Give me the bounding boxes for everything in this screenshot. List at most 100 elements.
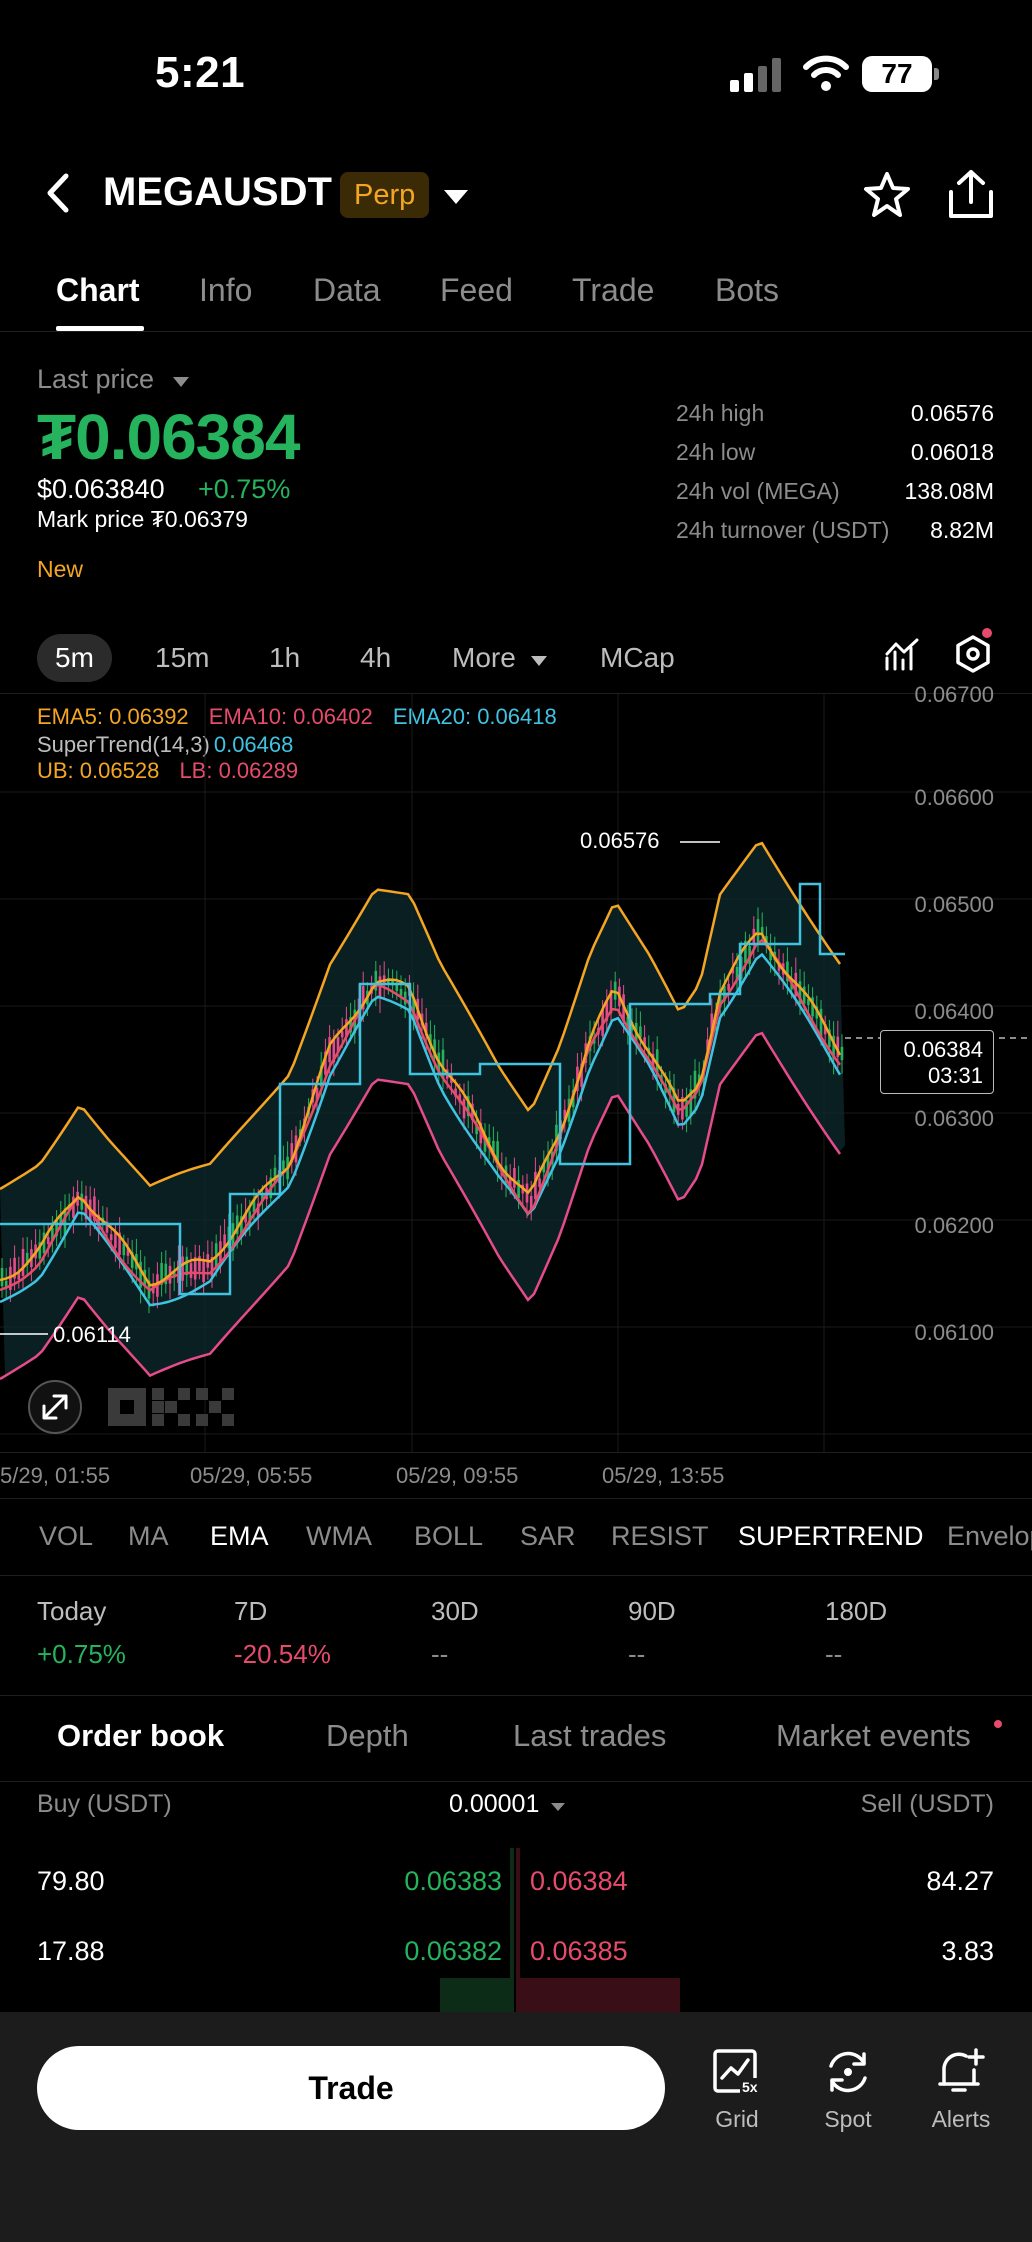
- grid-button[interactable]: 5x Grid: [687, 2048, 787, 2133]
- candle-body: [282, 1160, 285, 1171]
- time-axis: 5/29, 01:55 05/29, 05:55 05/29, 09:55 05…: [0, 1452, 1032, 1498]
- perp-badge: Perp: [340, 172, 430, 218]
- pair-title[interactable]: MEGAUSDT: [103, 170, 332, 215]
- orderbook-row[interactable]: 17.88 0.06382 0.06385 3.83: [0, 1918, 1032, 2018]
- alerts-label: Alerts: [931, 2106, 991, 2132]
- spot-label: Spot: [824, 2106, 872, 2132]
- chart-settings-icon[interactable]: [954, 634, 992, 674]
- expand-icon: [42, 1394, 68, 1420]
- perf-value: --: [628, 1639, 646, 1669]
- candle-body: [202, 1260, 205, 1283]
- wifi-icon: [803, 55, 849, 91]
- orderbook-row[interactable]: 79.80 0.06383 0.06384 84.27: [0, 1848, 1032, 1918]
- alerts-button[interactable]: Alerts: [911, 2048, 1011, 2133]
- tab-trade[interactable]: Trade: [572, 272, 654, 309]
- interval-1h[interactable]: 1h: [269, 634, 300, 682]
- perf-label: 90D: [628, 1596, 676, 1626]
- indicator-sar[interactable]: SAR: [520, 1521, 576, 1552]
- current-price-value: 0.06384: [903, 1037, 983, 1062]
- indicator-wma[interactable]: WMA: [306, 1521, 372, 1552]
- favorite-star-icon[interactable]: [862, 170, 912, 220]
- stat-24h-low: 24h low 0.06018: [676, 439, 994, 478]
- indicator-supertrend[interactable]: SUPERTREND: [738, 1521, 924, 1552]
- candle-body: [181, 1256, 184, 1281]
- tab-market-events[interactable]: Market events: [776, 1718, 971, 1754]
- precision-selector[interactable]: 0.00001: [449, 1790, 566, 1819]
- candle-body: [122, 1243, 126, 1256]
- last-price-dropdown-icon[interactable]: [172, 376, 190, 388]
- fullscreen-button[interactable]: [28, 1380, 82, 1434]
- precision-value: 0.00001: [449, 1790, 540, 1818]
- okx-logo-icon: [108, 1388, 234, 1426]
- perf-30d: 30D --: [431, 1596, 479, 1670]
- price-axis-label: 0.06300: [914, 1106, 994, 1131]
- time-axis-label: 05/29, 05:55: [190, 1463, 313, 1488]
- perf-value: --: [825, 1639, 843, 1669]
- tab-data[interactable]: Data: [313, 272, 381, 309]
- interval-15m[interactable]: 15m: [155, 634, 209, 682]
- tab-feed[interactable]: Feed: [440, 272, 513, 309]
- new-tag: New: [37, 556, 84, 582]
- back-arrow-icon[interactable]: [44, 172, 74, 214]
- perf-label: 30D: [431, 1596, 479, 1626]
- pair-dropdown-icon[interactable]: [442, 188, 470, 206]
- time-axis-label: 05/29, 13:55: [602, 1463, 725, 1488]
- stat-label: 24h low: [676, 439, 756, 465]
- grid-bot-icon: 5x: [713, 2049, 762, 2095]
- indicator-boll[interactable]: BOLL: [414, 1521, 483, 1552]
- interval-selector: 5m 15m 1h 4h More MCap: [0, 626, 1032, 694]
- tab-info[interactable]: Info: [199, 272, 252, 309]
- time-axis-label: 5/29, 01:55: [0, 1463, 111, 1488]
- candle-body: [819, 1008, 823, 1037]
- ask-depth-bar: [516, 1918, 520, 1978]
- grid-label: Grid: [715, 2106, 759, 2132]
- cellular-signal-icon: [730, 58, 781, 92]
- stat-24h-turnover: 24h turnover (USDT) 8.82M: [676, 517, 994, 556]
- price-change-percent: +0.75%: [198, 474, 291, 504]
- perf-value: +0.75%: [37, 1639, 126, 1669]
- interval-more[interactable]: More: [452, 634, 548, 682]
- bid-depth-bar: [510, 1918, 514, 1978]
- stat-label: 24h vol (MEGA): [676, 478, 840, 504]
- last-price-label[interactable]: Last price: [37, 364, 154, 395]
- ask-price: 0.06385: [530, 1936, 628, 1966]
- candle-body: [538, 1178, 541, 1187]
- tab-chart[interactable]: Chart: [56, 272, 140, 309]
- interval-4h[interactable]: 4h: [360, 634, 391, 682]
- tab-depth[interactable]: Depth: [326, 1718, 409, 1754]
- spot-button[interactable]: Spot: [798, 2048, 898, 2133]
- indicator-envelope[interactable]: Envelop: [947, 1521, 1032, 1552]
- battery-icon: 77: [862, 56, 939, 92]
- tab-last-trades[interactable]: Last trades: [513, 1718, 666, 1754]
- stat-value: 0.06576: [910, 400, 994, 426]
- indicator-vol[interactable]: VOL: [39, 1521, 93, 1552]
- indicators-icon[interactable]: [884, 636, 920, 672]
- bell-plus-icon: [938, 2048, 985, 2092]
- buy-header: Buy (USDT): [37, 1790, 172, 1818]
- share-icon[interactable]: [946, 168, 996, 220]
- indicator-ema[interactable]: EMA: [210, 1521, 269, 1552]
- ask-depth-bar: [516, 1848, 520, 1918]
- tab-bots[interactable]: Bots: [715, 272, 779, 309]
- indicator-resist[interactable]: RESIST: [611, 1521, 709, 1552]
- interval-mcap[interactable]: MCap: [600, 634, 675, 682]
- price-axis-label: 0.06200: [914, 1213, 994, 1238]
- tab-order-book[interactable]: Order book: [57, 1718, 224, 1754]
- chevron-down-icon: [530, 656, 547, 666]
- bid-depth-bar: [510, 1848, 514, 1918]
- candle-body: [378, 976, 382, 999]
- candle-countdown: 03:31: [927, 1063, 983, 1088]
- perf-label: 7D: [234, 1596, 268, 1626]
- current-price-tag: 0.06384 03:31: [880, 1030, 994, 1094]
- candle-body: [189, 1263, 193, 1278]
- status-time: 5:21: [155, 48, 246, 97]
- price-axis-label: 0.06600: [914, 785, 994, 810]
- indicator-ma[interactable]: MA: [128, 1521, 169, 1552]
- candlestick-chart[interactable]: [0, 694, 1032, 1452]
- interval-5m[interactable]: 5m: [37, 634, 112, 682]
- chart-high-marker: 0.06576: [580, 828, 660, 853]
- last-price: ₮0.06384: [37, 401, 300, 473]
- trade-button[interactable]: Trade: [37, 2046, 665, 2130]
- candle-body: [613, 981, 617, 1000]
- stat-value: 138.08M: [904, 478, 994, 504]
